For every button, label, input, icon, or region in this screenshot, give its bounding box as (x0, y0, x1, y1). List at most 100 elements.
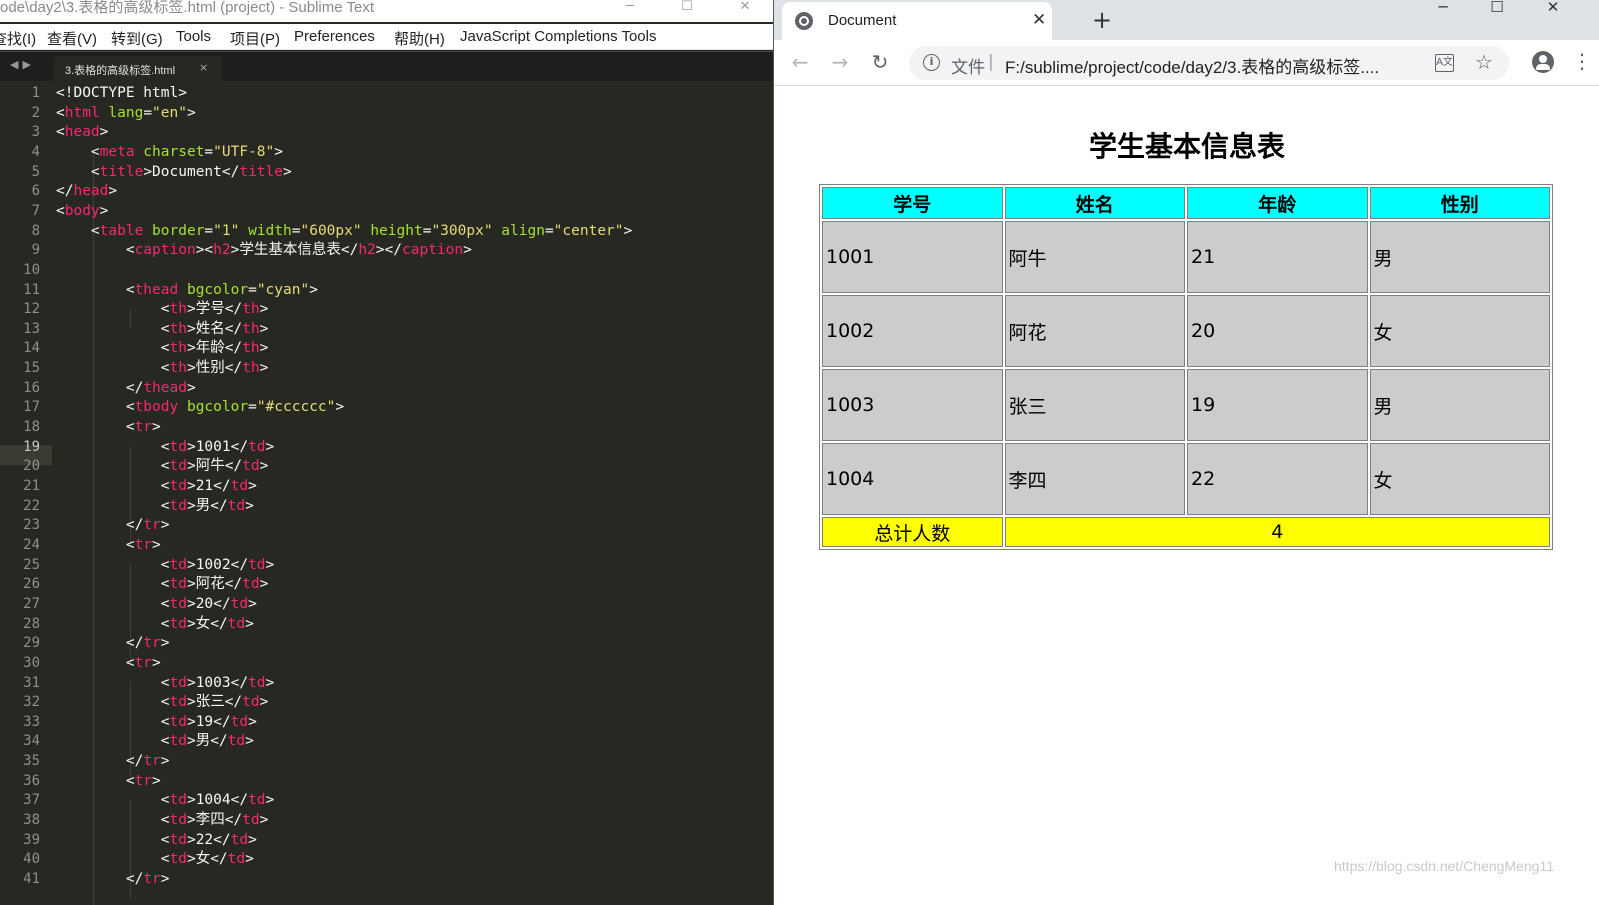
line-number: 37 (23, 792, 40, 808)
reload-icon[interactable]: ↻ (868, 50, 892, 74)
line-number: 5 (31, 164, 40, 180)
maximize-icon[interactable]: ☐ (1483, 0, 1511, 22)
menu-help[interactable]: 帮助(H) (394, 28, 445, 49)
code-line: <tbody bgcolor="#cccccc"> (56, 398, 344, 417)
forward-arrow-icon[interactable]: → (828, 50, 852, 74)
code-token: < (56, 458, 170, 474)
sublime-menu-bar: 查找(I) 查看(V) 转到(G) Tools 项目(P) Preference… (0, 24, 773, 50)
code-token: td (169, 458, 187, 474)
code-token: > (248, 478, 257, 494)
code-token: > (248, 714, 257, 730)
line-number: 10 (23, 262, 40, 278)
table-cell: 1002 (822, 295, 1003, 367)
code-token: tbody (134, 399, 179, 415)
code-line: <td>1002</td> (56, 556, 275, 575)
tab-nav-arrows-icon[interactable]: ◀▶ (10, 58, 35, 71)
code-token: >学号</ (186, 301, 243, 317)
info-icon[interactable]: i (923, 54, 940, 71)
tab-close-icon[interactable]: × (199, 61, 208, 74)
translate-icon[interactable]: A文 (1435, 54, 1454, 72)
code-token: tr (143, 753, 161, 769)
line-number: 8 (31, 223, 40, 239)
code-token: < (56, 203, 65, 219)
line-number: 3 (31, 124, 40, 140)
line-number: 4 (31, 144, 40, 160)
table-row: 1003 张三 19 男 (822, 369, 1550, 441)
minimize-icon[interactable]: ─ (620, 0, 640, 16)
code-token: meta (99, 144, 135, 160)
menu-view[interactable]: 查看(V) (47, 28, 97, 49)
code-token: = (204, 144, 214, 160)
code-token: th (169, 321, 187, 337)
address-url[interactable]: F:/sublime/project/code/day2/3.表格的高级标签..… (1005, 53, 1379, 78)
table-cell: 21 (1187, 221, 1368, 293)
close-icon[interactable]: ✕ (1539, 0, 1567, 22)
browser-tab[interactable]: Document ✕ (782, 2, 1052, 40)
code-token: td (230, 478, 249, 494)
menu-js-completions-tools[interactable]: JavaScript Completions Tools (460, 28, 656, 45)
code-token: "600px" (300, 223, 362, 239)
menu-tools[interactable]: Tools (176, 28, 211, 45)
code-token: < (56, 242, 135, 258)
line-number: 16 (23, 380, 40, 396)
code-token: < (56, 675, 170, 691)
line-number: 36 (23, 773, 40, 789)
code-token: < (56, 576, 170, 592)
code-token: td (169, 792, 187, 808)
code-token: >性别</ (186, 360, 243, 376)
maximize-icon[interactable]: ☐ (677, 0, 697, 16)
code-token: < (56, 223, 100, 239)
code-token: < (56, 419, 135, 435)
table-body: 1001 阿牛 21 男 1002 阿花 20 女 1003 张三 19 男 1… (822, 221, 1550, 515)
code-token: < (56, 812, 170, 828)
code-token: </ (56, 871, 144, 887)
code-line: </head> (56, 182, 117, 201)
watermark: https://blog.csdn.net/ChengMeng11 (1334, 858, 1555, 874)
code-token: td (230, 832, 249, 848)
code-token: h2 (358, 242, 376, 258)
menu-dots-icon[interactable]: ⋮ (1572, 50, 1592, 72)
line-number: 35 (23, 753, 40, 769)
code-line: <th>姓名</th> (56, 320, 269, 339)
code-token: > (259, 301, 269, 317)
code-token: title (239, 164, 283, 180)
line-number: 34 (23, 733, 40, 749)
line-number: 28 (23, 616, 40, 632)
menu-project[interactable]: 项目(P) (230, 28, 280, 49)
minimize-icon[interactable]: ─ (1429, 0, 1457, 22)
page-viewport: 学生基本信息表 学号 姓名 年龄 性别 1001 阿牛 21 男 1002 阿花… (774, 87, 1599, 905)
tab-close-icon[interactable]: ✕ (1032, 10, 1046, 30)
code-token: td (248, 557, 266, 573)
code-token: < (56, 792, 170, 808)
code-token: "cyan" (256, 282, 310, 298)
editor-tab[interactable]: 3.表格的高级标签.html × (54, 56, 222, 82)
code-token: = (204, 223, 214, 239)
close-icon[interactable]: ✕ (735, 0, 755, 16)
back-arrow-icon[interactable]: ← (788, 50, 812, 74)
header-cell-gender: 性别 (1369, 187, 1550, 219)
code-token: td (169, 557, 187, 573)
code-editor[interactable]: <!DOCTYPE html> <html lang="en"> <head> <m… (56, 84, 773, 905)
menu-preferences[interactable]: Preferences (294, 28, 375, 45)
code-token: td (227, 733, 246, 749)
menu-goto[interactable]: 转到(G) (111, 28, 163, 49)
code-token: td (169, 812, 187, 828)
new-tab-button[interactable]: + (1092, 6, 1112, 34)
code-line: <td>1003</td> (56, 674, 275, 693)
code-token: "center" (553, 223, 624, 239)
sublime-tab-bar: ◀▶ 3.表格的高级标签.html × (0, 51, 773, 82)
code-token: >女</ (186, 616, 228, 632)
code-token: td (169, 694, 187, 710)
code-token: "#cccccc" (256, 399, 336, 415)
code-token: > (99, 124, 109, 140)
table-cell: 1003 (822, 369, 1003, 441)
code-token: > (309, 282, 318, 298)
star-icon[interactable]: ☆ (1475, 50, 1493, 74)
code-token: < (56, 537, 135, 553)
total-value-cell: 4 (1004, 517, 1550, 547)
menu-find[interactable]: 查找(I) (0, 28, 36, 49)
code-token: th (242, 321, 260, 337)
profile-icon[interactable] (1532, 51, 1554, 73)
address-bar[interactable]: i 文件 | F:/sublime/project/code/day2/3.表格… (909, 46, 1509, 80)
code-token: height (361, 223, 423, 239)
